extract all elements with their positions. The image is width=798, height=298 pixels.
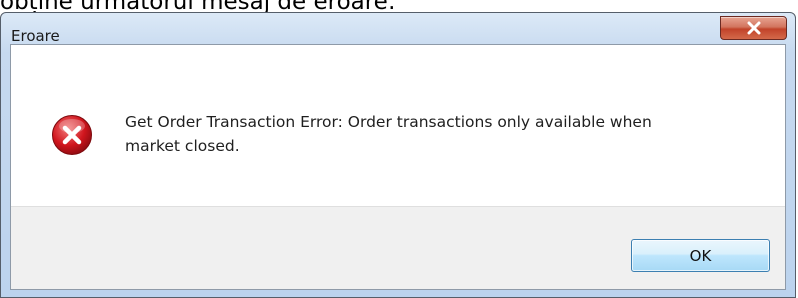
- dialog-body: Get Order Transaction Error: Order trans…: [10, 44, 786, 290]
- ok-button[interactable]: OK: [631, 239, 770, 272]
- message-area: Get Order Transaction Error: Order trans…: [11, 45, 785, 206]
- error-dialog: Eroare Get Order Transaction Error: Orde…: [0, 12, 796, 298]
- error-message-line-2: market closed.: [125, 137, 240, 155]
- dialog-title: Eroare: [11, 27, 60, 45]
- button-area: OK: [11, 206, 785, 289]
- error-icon: [52, 115, 92, 155]
- close-button[interactable]: [720, 16, 787, 40]
- error-message-line-1: Get Order Transaction Error: Order trans…: [125, 113, 652, 131]
- error-message: Get Order Transaction Error: Order trans…: [125, 110, 765, 158]
- close-icon: [747, 21, 760, 35]
